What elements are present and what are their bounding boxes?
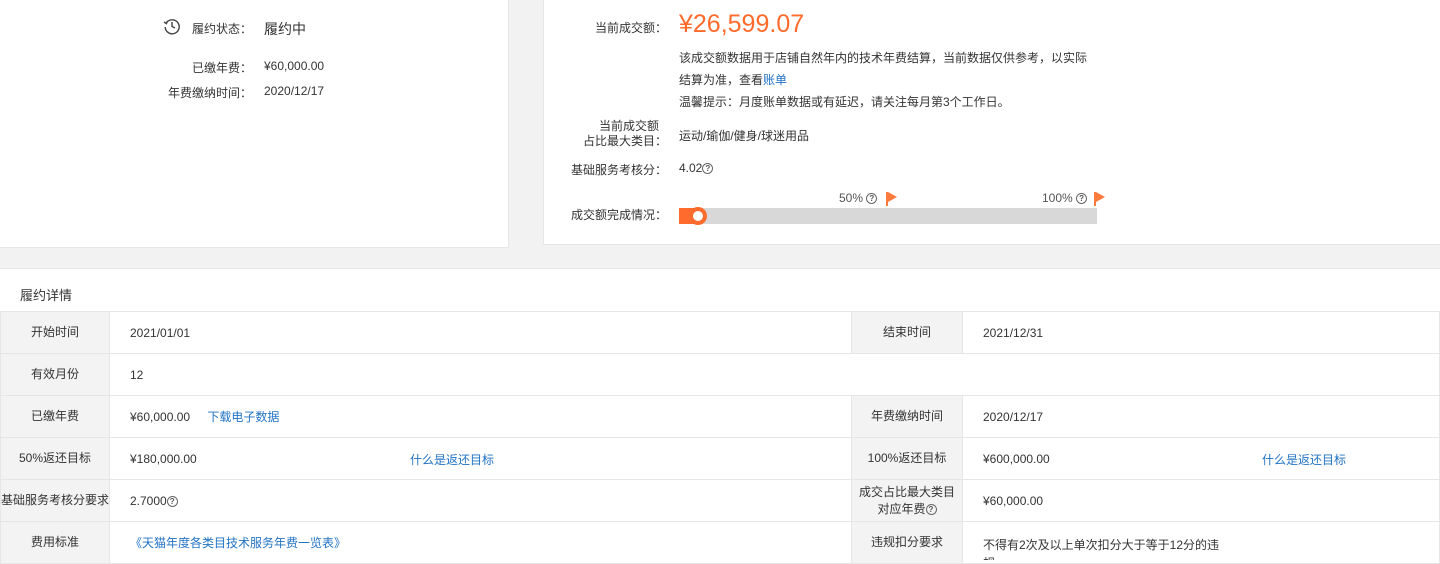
- score-req-label: 基础服务考核分要求: [0, 479, 110, 522]
- contract-details-section: 履约详情 开始时间 2021/01/01 结束时间 2021/12/31 有效月…: [0, 268, 1440, 564]
- category-label: 当前成交额 占比最大类目：: [560, 119, 667, 149]
- paydate-label: 年费缴纳时间: [851, 395, 963, 438]
- category-label-line1: 当前成交额: [598, 119, 659, 133]
- help-icon[interactable]: ?: [702, 163, 714, 175]
- table-row: 开始时间 2021/01/01 结束时间 2021/12/31: [0, 311, 1440, 354]
- target50-cell: ¥180,000.00 什么是返还目标: [109, 437, 852, 480]
- bill-link[interactable]: 账单: [763, 73, 787, 87]
- violation-value: 不得有2次及以上单次扣分大于等于12分的违规: [983, 538, 1220, 560]
- category-label-line2: 占比最大类目：: [582, 134, 667, 148]
- table-row: 已缴年费 ¥60,000.00 下载电子数据 年费缴纳时间 2020/12/17: [0, 395, 1440, 438]
- target50-help-link[interactable]: 什么是返还目标: [410, 451, 494, 468]
- max-cat-label-line2: 对应年费: [877, 501, 926, 516]
- mark-50: 50% ?: [839, 191, 878, 205]
- help-icon[interactable]: ?: [166, 495, 178, 507]
- std-cell: 《天猫年度各类目技术服务年费一览表》: [109, 521, 852, 564]
- score-value-wrap: 4.02?: [679, 161, 714, 175]
- start-value: 2021/01/01: [109, 311, 852, 354]
- help-icon[interactable]: ?: [925, 503, 937, 515]
- table-row: 50%返还目标 ¥180,000.00 什么是返还目标 100%返还目标 ¥60…: [0, 437, 1440, 480]
- table-row: 有效月份 12: [0, 353, 1440, 396]
- target100-help-link[interactable]: 什么是返还目标: [1262, 451, 1346, 468]
- max-cat-value: ¥60,000.00: [962, 479, 1440, 522]
- progress-knob: [689, 207, 707, 225]
- violation-cell: 不得有2次及以上单次扣分大于等于12分的违规: [962, 521, 1440, 564]
- score-req-value: 2.7000: [130, 493, 167, 508]
- contract-summary-card: [0, 0, 509, 248]
- progress-track: [679, 208, 1097, 224]
- target100-label: 100%返还目标: [851, 437, 963, 480]
- paid-value: ¥60,000.00: [130, 410, 191, 424]
- score-label: 基础服务考核分：: [570, 163, 667, 177]
- turnover-label: 当前成交额：: [594, 21, 667, 35]
- paid-cell: ¥60,000.00 下载电子数据: [109, 395, 852, 438]
- mark-100-label: 100%: [1042, 191, 1073, 205]
- paid-fee-label: 已缴年费：: [191, 61, 252, 75]
- paydate-value: 2020/12/17: [962, 395, 1440, 438]
- details-title: 履约详情: [20, 288, 73, 303]
- table-row: 基础服务考核分要求 2.7000? 成交占比最大类目 对应年费? ¥60,000…: [0, 479, 1440, 522]
- progress-label: 成交额完成情况：: [570, 208, 667, 222]
- max-cat-label: 成交占比最大类目 对应年费?: [851, 479, 963, 522]
- target100-value: ¥600,000.00: [983, 451, 1050, 466]
- target50-label: 50%返还目标: [0, 437, 110, 480]
- help-icon[interactable]: ?: [866, 193, 878, 205]
- help-icon[interactable]: ?: [1076, 193, 1088, 205]
- target50-value: ¥180,000.00: [130, 451, 197, 466]
- details-table: 开始时间 2021/01/01 结束时间 2021/12/31 有效月份 12 …: [0, 311, 1440, 564]
- turnover-value: ¥26,599.07: [679, 10, 805, 38]
- flag-100-icon: [1094, 192, 1105, 206]
- std-label: 费用标准: [0, 521, 110, 564]
- turnover-note: 该成交额数据用于店铺自然年内的技术年费结算，当前数据仅供参考，以实际: [679, 51, 1088, 65]
- score-req-cell: 2.7000?: [109, 479, 852, 522]
- status-label: 履约状态：: [191, 22, 252, 36]
- start-label: 开始时间: [0, 311, 110, 354]
- end-value: 2021/12/31: [962, 311, 1440, 354]
- end-label: 结束时间: [851, 311, 963, 354]
- tip-text: 温馨提示：月度账单数据或有延迟，请关注每月第3个工作日。: [679, 95, 1010, 109]
- mark-50-label: 50%: [839, 191, 864, 205]
- fee-standard-link[interactable]: 《天猫年度各类目技术服务年费一览表》: [130, 536, 346, 550]
- paid-label: 已缴年费: [0, 395, 110, 438]
- turnover-note-line2: 结算为准，查看账单: [679, 71, 787, 88]
- paid-fee-value: ¥60,000.00: [264, 59, 325, 73]
- table-row: 费用标准 《天猫年度各类目技术服务年费一览表》 违规扣分要求 不得有2次及以上单…: [0, 521, 1440, 564]
- flag-50-icon: [886, 192, 897, 206]
- months-value: 12: [109, 353, 1440, 396]
- fee-date-value: 2020/12/17: [264, 84, 325, 98]
- status-value: 履约中: [264, 21, 306, 37]
- download-data-link[interactable]: 下载电子数据: [207, 410, 279, 424]
- fee-date-label: 年费缴纳时间：: [167, 86, 252, 100]
- max-cat-label-line1: 成交占比最大类目: [858, 484, 955, 499]
- months-label: 有效月份: [0, 353, 110, 396]
- target100-cell: ¥600,000.00 什么是返还目标: [962, 437, 1440, 480]
- score-value: 4.02: [679, 161, 703, 175]
- violation-label: 违规扣分要求: [851, 521, 963, 564]
- mark-100: 100% ?: [1042, 191, 1088, 205]
- category-value: 运动/瑜伽/健身/球迷用品: [679, 129, 810, 143]
- turnover-note-prefix: 结算为准，查看: [679, 73, 764, 87]
